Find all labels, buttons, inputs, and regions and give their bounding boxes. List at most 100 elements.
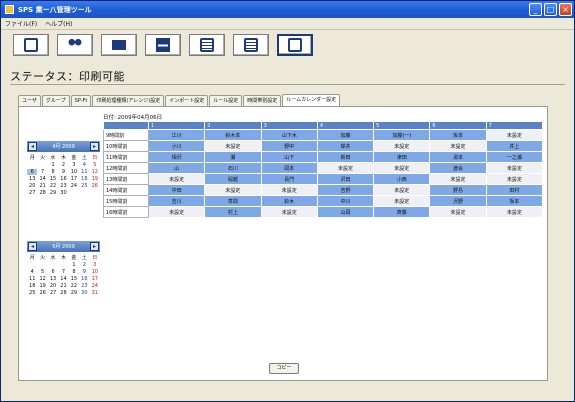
calendar-day[interactable]: 28 xyxy=(37,190,47,196)
schedule-cell[interactable]: 未設定 xyxy=(260,184,318,196)
calendar-day[interactable]: 9 xyxy=(79,269,89,275)
schedule-cell[interactable]: 渡会 xyxy=(429,162,487,174)
calendar-day[interactable]: 20 xyxy=(48,283,58,289)
calendar-day[interactable]: 13 xyxy=(48,276,58,282)
schedule-cell[interactable]: 津田 xyxy=(373,151,431,163)
schedule-cell[interactable]: 沢野 xyxy=(429,195,487,207)
schedule-cell[interactable]: 新田 xyxy=(316,151,375,163)
calendar-day[interactable]: 16 xyxy=(58,176,68,182)
calendar-day[interactable]: 15 xyxy=(69,276,79,282)
computer-button[interactable] xyxy=(101,34,137,56)
schedule-cell[interactable]: 未設定 xyxy=(260,206,318,218)
calendar-day[interactable]: 23 xyxy=(79,283,89,289)
calendar-day[interactable]: 5 xyxy=(90,162,100,168)
calendar-day[interactable]: 19 xyxy=(37,283,47,289)
tab-rules[interactable]: ルール設定 xyxy=(209,95,243,106)
calendar-day[interactable]: 18 xyxy=(27,283,37,289)
calendar-day[interactable]: 24 xyxy=(69,183,79,189)
calendar-day[interactable]: 8 xyxy=(69,269,79,275)
tab-users[interactable]: ユーザ xyxy=(18,95,41,106)
calendar-day[interactable]: 10 xyxy=(90,269,100,275)
calendar-day[interactable]: 17 xyxy=(90,276,100,282)
schedule-cell[interactable]: 加藤(一) xyxy=(373,129,431,141)
calendar-day[interactable]: 12 xyxy=(37,276,47,282)
schedule-cell[interactable]: 未設定 xyxy=(429,206,487,218)
calendar-day[interactable]: 6 xyxy=(48,269,58,275)
calendar-day[interactable]: 21 xyxy=(58,283,68,289)
tab-spft[interactable]: SP-Ft xyxy=(70,95,92,106)
calendar-day[interactable]: 7 xyxy=(58,269,68,275)
document-button[interactable] xyxy=(233,34,269,56)
schedule-cell[interactable]: 鈴木本 xyxy=(204,129,262,141)
schedule-cell[interactable]: 江川 xyxy=(147,129,206,141)
calendar-day[interactable]: 11 xyxy=(79,169,89,175)
calendar-day[interactable]: 2 xyxy=(79,262,89,268)
calendar-day[interactable]: 25 xyxy=(79,183,89,189)
close-button[interactable]: × xyxy=(559,3,572,16)
schedule-cell[interactable]: 未設定 xyxy=(429,140,487,152)
calendar-day[interactable]: 1 xyxy=(69,262,79,268)
schedule-cell[interactable]: 加藤 xyxy=(316,129,375,141)
list-button[interactable] xyxy=(189,34,225,56)
schedule-cell[interactable]: 野島 xyxy=(429,184,487,196)
calendar-day[interactable]: 29 xyxy=(69,290,79,296)
calendar-day[interactable]: 6 xyxy=(27,169,38,175)
tab-room-calendar[interactable]: ルームカレンダー設定 xyxy=(282,94,341,106)
calendar-day[interactable]: 26 xyxy=(37,290,47,296)
schedule-cell[interactable]: 中田 xyxy=(147,184,206,196)
prev-month-button[interactable]: ◂ xyxy=(28,242,37,251)
schedule-cell[interactable]: 未設定 xyxy=(485,173,544,185)
next-month-button[interactable]: ▸ xyxy=(90,242,99,251)
tab-print-arrange[interactable]: 印刷処理種類(アレンジ)設定 xyxy=(92,95,165,106)
calendar-day[interactable]: 4 xyxy=(79,162,89,168)
schedule-cell[interactable]: 吉野 xyxy=(316,184,375,196)
schedule-cell[interactable]: 石川 xyxy=(204,162,262,174)
calendar-day[interactable]: 26 xyxy=(90,183,100,189)
tab-timeslots[interactable]: 時間帯別設定 xyxy=(243,95,282,106)
calendar-day[interactable]: 27 xyxy=(48,290,58,296)
schedule-cell[interactable]: 岸井 xyxy=(316,140,375,152)
schedule-cell[interactable]: 山下木 xyxy=(260,129,318,141)
menu-file[interactable]: ファイル(F) xyxy=(5,19,37,28)
schedule-cell[interactable]: 未設定 xyxy=(373,195,431,207)
schedule-cell[interactable]: 坂本 xyxy=(485,195,544,207)
schedule-cell[interactable]: 未設定 xyxy=(204,140,262,152)
schedule-cell[interactable]: 未設定 xyxy=(485,206,544,218)
calendar-day[interactable]: 30 xyxy=(79,290,89,296)
next-month-button[interactable]: ▸ xyxy=(90,142,99,151)
calendar-day[interactable]: 21 xyxy=(37,183,47,189)
schedule-cell[interactable]: 瀬 xyxy=(204,151,262,163)
schedule-cell[interactable]: 山 xyxy=(147,162,206,174)
minimize-button[interactable]: _ xyxy=(529,3,542,16)
maximize-button[interactable]: □ xyxy=(544,3,557,16)
calendar-day[interactable]: 27 xyxy=(27,190,37,196)
calendar-day[interactable]: 12 xyxy=(90,169,100,175)
calendar-day[interactable]: 7 xyxy=(37,169,47,175)
calendar-day[interactable]: 22 xyxy=(69,283,79,289)
calendar-day[interactable]: 23 xyxy=(58,183,68,189)
export-button[interactable] xyxy=(277,34,313,56)
schedule-cell[interactable]: 未設定 xyxy=(485,129,544,141)
users-button[interactable] xyxy=(57,34,93,56)
copy-button[interactable]: コピー xyxy=(269,363,299,374)
schedule-cell[interactable]: 小川 xyxy=(147,140,206,152)
tab-groups[interactable]: グループ xyxy=(41,95,70,106)
schedule-cell[interactable]: 湯本 xyxy=(429,151,487,163)
calendar-day[interactable]: 16 xyxy=(79,276,89,282)
calendar-day[interactable]: 18 xyxy=(79,176,89,182)
calendar-day[interactable]: 13 xyxy=(27,176,37,182)
schedule-cell[interactable]: 堀越 xyxy=(204,173,262,185)
schedule-cell[interactable]: 野中 xyxy=(260,140,318,152)
door-button[interactable] xyxy=(13,34,49,56)
calendar-day[interactable]: 31 xyxy=(90,290,100,296)
schedule-cell[interactable]: 未設定 xyxy=(373,184,431,196)
calendar-day[interactable]: 10 xyxy=(69,169,79,175)
schedule-cell[interactable]: 一之瀬 xyxy=(485,151,544,163)
schedule-cell[interactable]: 相沢 xyxy=(147,151,206,163)
schedule-cell[interactable]: 未設定 xyxy=(147,173,206,185)
schedule-cell[interactable]: 未設定 xyxy=(373,140,431,152)
schedule-cell[interactable]: 未設定 xyxy=(204,184,262,196)
calendar-day[interactable]: 3 xyxy=(90,262,100,268)
schedule-cell[interactable]: 斉藤 xyxy=(373,206,431,218)
calendar-day[interactable]: 24 xyxy=(90,283,100,289)
